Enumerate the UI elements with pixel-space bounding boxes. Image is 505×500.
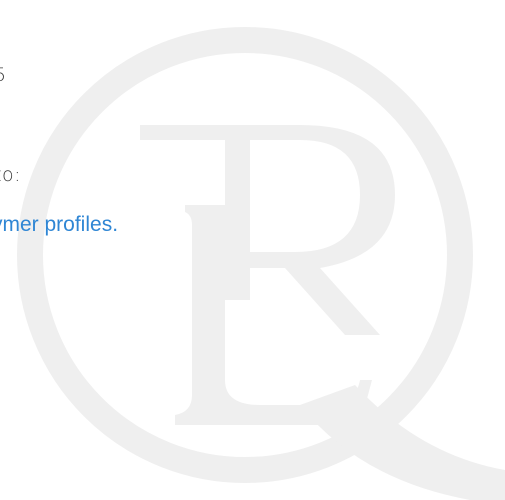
- text-fragment-to: to:: [0, 164, 21, 186]
- profiles-link[interactable]: ymer profiles.: [0, 213, 118, 237]
- text-fragment-number: 5: [0, 64, 7, 86]
- page: 5 to: ymer profiles.: [0, 0, 505, 500]
- logo-watermark: [17, 27, 505, 500]
